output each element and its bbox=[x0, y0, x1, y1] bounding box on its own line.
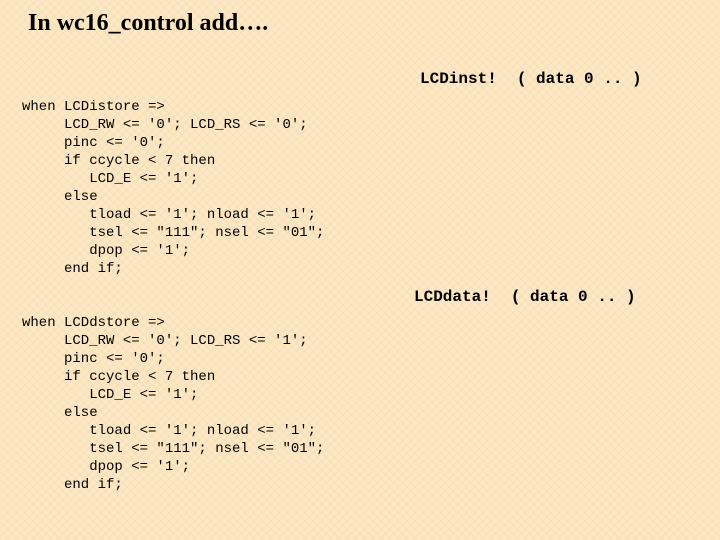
label-paren: ( data 0 .. ) bbox=[511, 288, 636, 306]
slide-title: In wc16_control add…. bbox=[28, 10, 268, 37]
label-name: LCDinst! bbox=[420, 70, 497, 88]
label-lcdinst: LCDinst! ( data 0 .. ) bbox=[420, 70, 642, 88]
label-lcddata: LCDdata! ( data 0 .. ) bbox=[414, 288, 636, 306]
label-paren: ( data 0 .. ) bbox=[517, 70, 642, 88]
code-block-lcdistore: when LCDistore => LCD_RW <= '0'; LCD_RS … bbox=[22, 98, 324, 278]
code-block-lcddstore: when LCDdstore => LCD_RW <= '0'; LCD_RS … bbox=[22, 314, 324, 494]
label-name: LCDdata! bbox=[414, 288, 491, 306]
